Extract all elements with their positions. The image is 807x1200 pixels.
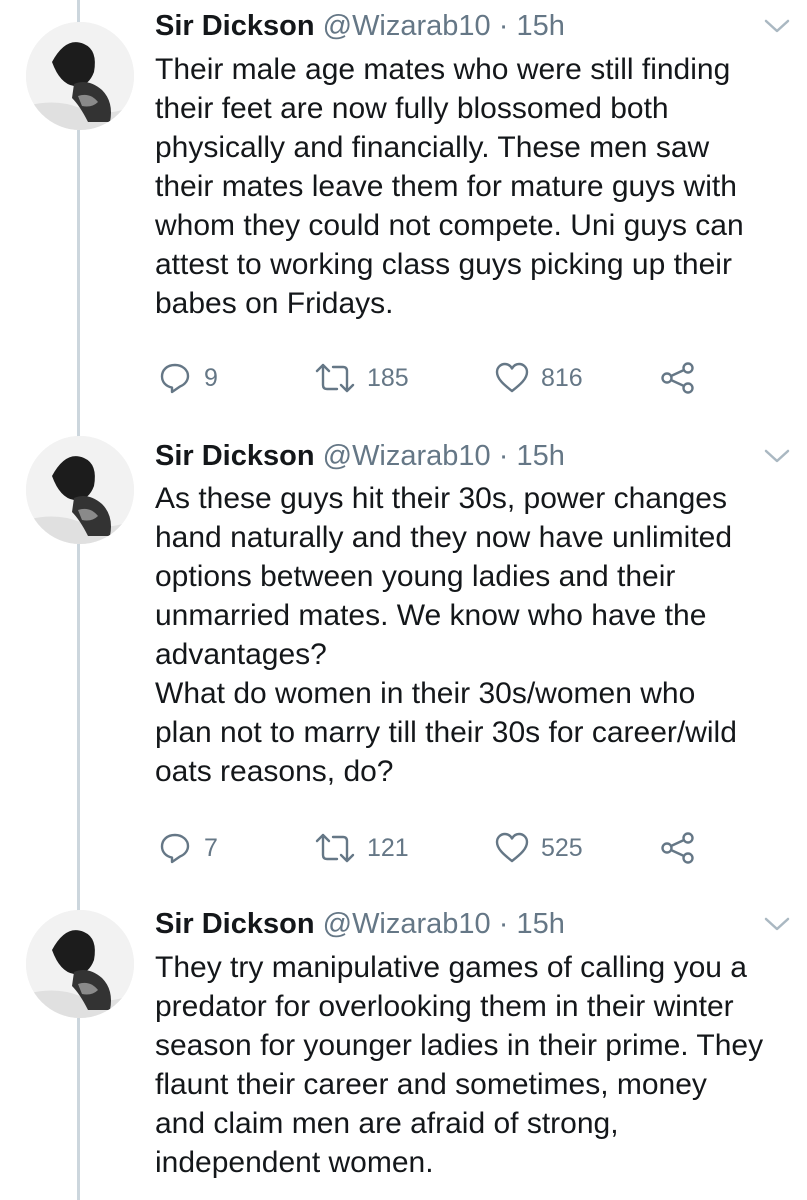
reply-button[interactable]: 9 bbox=[158, 358, 218, 398]
tweet-line: attest to working class guys picking up … bbox=[155, 248, 732, 281]
avatar[interactable] bbox=[26, 22, 134, 130]
like-count: 816 bbox=[541, 363, 583, 392]
tweet-actions: 7 121 525 bbox=[155, 828, 715, 868]
tweet-line: Their male age mates who were still find… bbox=[155, 53, 731, 86]
chevron-down-icon[interactable] bbox=[762, 914, 792, 934]
avatar-photo bbox=[26, 910, 134, 1018]
tweet-line: oats reasons, do? bbox=[155, 755, 394, 788]
tweet-line: options between young ladies and their bbox=[155, 560, 676, 593]
share-icon bbox=[661, 832, 694, 864]
tweet-line: advantages? bbox=[155, 638, 327, 671]
author-handle[interactable]: @Wizarab10 bbox=[323, 440, 491, 472]
share-button[interactable] bbox=[660, 358, 696, 398]
share-button[interactable] bbox=[660, 828, 696, 868]
separator-dot: · bbox=[498, 10, 509, 42]
reply-count: 7 bbox=[204, 833, 218, 862]
tweet-header: Sir Dickson @Wizarab10 · 15h bbox=[155, 436, 565, 476]
separator-dot: · bbox=[498, 908, 509, 940]
timestamp[interactable]: 15h bbox=[516, 908, 564, 940]
author-handle[interactable]: @Wizarab10 bbox=[323, 10, 491, 42]
tweet-line: unmarried mates. We know who have the bbox=[155, 599, 707, 632]
tweet-line: independent women. bbox=[155, 1146, 434, 1179]
tweet-line: their feet are now fully blossomed both bbox=[155, 92, 669, 125]
tweet-line: As these guys hit their 30s, power chang… bbox=[155, 482, 727, 515]
retweet-icon bbox=[315, 363, 355, 393]
reply-icon bbox=[160, 833, 190, 864]
chevron-down-icon[interactable] bbox=[762, 446, 792, 466]
author-name[interactable]: Sir Dickson bbox=[155, 908, 315, 940]
avatar[interactable] bbox=[26, 436, 134, 544]
tweet-line: whom they could not compete. Uni guys ca… bbox=[155, 209, 744, 242]
author-name[interactable]: Sir Dickson bbox=[155, 440, 315, 472]
retweet-button[interactable]: 185 bbox=[315, 358, 409, 398]
like-icon bbox=[495, 362, 529, 393]
like-button[interactable]: 816 bbox=[495, 358, 583, 398]
tweet-header: Sir Dickson @Wizarab10 · 15h bbox=[155, 6, 565, 46]
separator-dot: · bbox=[498, 440, 509, 472]
tweet-header: Sir Dickson @Wizarab10 · 15h bbox=[155, 904, 565, 944]
timestamp[interactable]: 15h bbox=[516, 10, 564, 42]
tweet-line: physically and financially. These men sa… bbox=[155, 131, 710, 164]
tweet-text: As these guys hit their 30s, power chang… bbox=[155, 479, 805, 791]
chevron-down-icon[interactable] bbox=[762, 16, 792, 36]
reply-icon bbox=[160, 363, 190, 394]
avatar[interactable] bbox=[26, 910, 134, 1018]
tweet-line: their mates leave them for mature guys w… bbox=[155, 170, 737, 203]
tweet-text: Their male age mates who were still find… bbox=[155, 50, 805, 323]
timestamp[interactable]: 15h bbox=[516, 440, 564, 472]
reply-button[interactable]: 7 bbox=[158, 828, 218, 868]
like-count: 525 bbox=[541, 833, 583, 862]
share-icon bbox=[661, 362, 694, 394]
like-button[interactable]: 525 bbox=[495, 828, 583, 868]
tweet-line: What do women in their 30s/women who bbox=[155, 677, 696, 710]
like-icon bbox=[495, 832, 529, 863]
tweet-line: hand naturally and they now have unlimit… bbox=[155, 521, 733, 554]
tweet-text: They try manipulative games of calling y… bbox=[155, 948, 805, 1182]
avatar-photo bbox=[26, 436, 134, 544]
avatar-photo bbox=[26, 22, 134, 130]
author-name[interactable]: Sir Dickson bbox=[155, 10, 315, 42]
tweet-actions: 9 185 816 bbox=[155, 358, 715, 398]
thread-connector-line bbox=[77, 0, 80, 1200]
tweet-line: and claim men are afraid of strong, bbox=[155, 1107, 619, 1140]
reply-count: 9 bbox=[204, 363, 218, 392]
retweet-button[interactable]: 121 bbox=[315, 828, 409, 868]
retweet-count: 121 bbox=[367, 833, 409, 862]
author-handle[interactable]: @Wizarab10 bbox=[323, 908, 491, 940]
tweet-line: plan not to marry till their 30s for car… bbox=[155, 716, 737, 749]
retweet-count: 185 bbox=[367, 363, 409, 392]
tweet-line: season for younger ladies in their prime… bbox=[155, 1029, 764, 1062]
tweet-line: flaunt their career and sometimes, money bbox=[155, 1068, 707, 1101]
tweet-line: babes on Fridays. bbox=[155, 287, 394, 320]
tweet-line: predator for overlooking them in their w… bbox=[155, 990, 734, 1023]
tweet-line: They try manipulative games of calling y… bbox=[155, 951, 747, 984]
retweet-icon bbox=[315, 833, 355, 863]
